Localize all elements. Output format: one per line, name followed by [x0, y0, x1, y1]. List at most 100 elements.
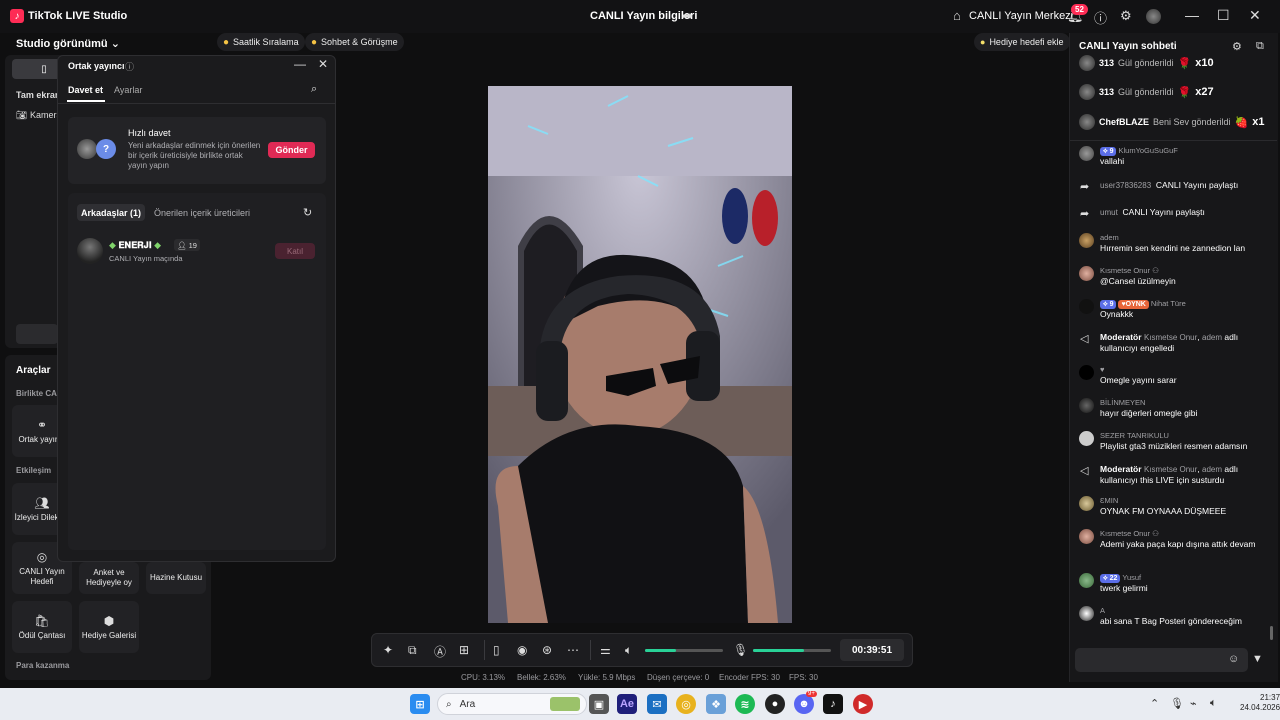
- mic-slider[interactable]: [753, 649, 831, 652]
- quick-invite-title: Hızlı davet: [128, 128, 171, 138]
- friend-follower-count: 👤︎ 19: [174, 239, 200, 251]
- send-button[interactable]: Gönder: [268, 142, 315, 158]
- emoji-icon[interactable]: ☺: [1228, 653, 1239, 665]
- tiktok-icon[interactable]: ♪: [823, 694, 843, 714]
- chat-message: Kısmetse Onur ⚇ Ademi yaka paça kapı dış…: [1079, 529, 1274, 550]
- chevron-down-icon: ⌄: [110, 38, 120, 50]
- message-user: umut: [1100, 208, 1118, 217]
- spotify-icon[interactable]: ≋: [735, 694, 755, 714]
- app-icon[interactable]: ❖: [706, 694, 726, 714]
- replay-icon[interactable]: ⊛: [542, 643, 552, 657]
- chat-message: ⟡ 9 ♥OYNK Nihat Türe Oynakkk: [1079, 299, 1274, 320]
- poll-gift-label: Anket ve Hediyeyle oy: [86, 568, 132, 587]
- megaphone-icon: ◁: [1080, 333, 1089, 345]
- translate-icon[interactable]: ⧉: [408, 643, 417, 658]
- link-icon: ⚭: [36, 417, 48, 432]
- avatar[interactable]: [1146, 9, 1161, 24]
- gift-user: 313: [1099, 58, 1115, 68]
- share-icon: ➦: [1080, 181, 1090, 193]
- gift-multiplier: x10: [1195, 57, 1214, 69]
- close-icon[interactable]: ✕: [318, 57, 328, 71]
- chat-message: ⟡ 22 Yusuf twerk gelirmi: [1079, 573, 1274, 594]
- live-goal-label: CANLI Yayın Hedefi: [19, 567, 65, 586]
- home-icon[interactable]: ⌂: [953, 8, 961, 23]
- magic-wand-icon[interactable]: ✦: [383, 643, 393, 657]
- add-gift-goal-chip[interactable]: ● Hediye hedefi ekle: [974, 33, 1070, 51]
- section-interaction: Etkileşim: [16, 466, 52, 475]
- add-scene-icon[interactable]: ⊞: [459, 643, 469, 657]
- close-icon[interactable]: ✕: [1249, 7, 1261, 24]
- speaker-icon[interactable]: 🔈︎: [625, 643, 632, 658]
- message-user: BİLİNMEYEN: [1100, 398, 1146, 407]
- gift-gallery-tool[interactable]: ⬢ Hediye Galerisi: [79, 601, 139, 653]
- tab-suggested[interactable]: Önerilen içerik üreticileri: [154, 208, 250, 218]
- minimize-icon[interactable]: —: [294, 57, 306, 71]
- volume-slider[interactable]: [645, 649, 723, 652]
- encoder-fps-stat: Encoder FPS: 30: [719, 673, 780, 682]
- network-icon[interactable]: ⌁: [1190, 697, 1197, 710]
- tab-friends[interactable]: Arkadaşlar (1): [77, 204, 146, 221]
- discord-icon[interactable]: ☻: [794, 694, 814, 714]
- chrome-icon[interactable]: ◎: [676, 694, 696, 714]
- microphone-icon[interactable]: 🎙︎: [733, 643, 748, 657]
- help-icon[interactable]: ⓘ: [125, 60, 134, 73]
- avatar: [1079, 146, 1094, 161]
- rose-icon: 🌹: [1177, 57, 1192, 70]
- treasure-box-label: Hazine Kutusu: [149, 573, 203, 583]
- tab-invite[interactable]: Davet et: [68, 85, 103, 95]
- popout-icon[interactable]: ⧉: [1256, 40, 1264, 53]
- record-icon[interactable]: ◉: [517, 643, 527, 657]
- message-text: Playlist gta3 müzikleri resmen adamsın: [1100, 440, 1248, 451]
- users-icon: 👥︎: [34, 495, 50, 510]
- target-icon: ◎: [36, 549, 48, 564]
- hourly-ranking-chip[interactable]: ● Saatlik Sıralama: [217, 33, 305, 51]
- after-effects-icon[interactable]: Ae: [617, 694, 637, 714]
- outlook-icon[interactable]: ✉: [647, 694, 667, 714]
- gift-multiplier: x1: [1252, 116, 1265, 128]
- share-icon[interactable]: ➦: [682, 8, 693, 24]
- obs-icon[interactable]: ●: [765, 694, 785, 714]
- camera-source[interactable]: 📷︎ Kamera: [16, 110, 61, 121]
- settings-sliders-icon[interactable]: ⚌: [600, 643, 611, 657]
- ai-icon[interactable]: Ⓐ: [434, 643, 446, 660]
- search-icon[interactable]: ⌕: [311, 83, 317, 96]
- volume-icon[interactable]: 🔈︎: [1210, 697, 1217, 710]
- notification-badge: 52: [1071, 4, 1088, 15]
- tab-settings[interactable]: Ayarlar: [114, 85, 142, 95]
- poll-gift-tool[interactable]: Anket ve Hediyeyle oy: [79, 562, 139, 594]
- studio-view-dropdown[interactable]: Studio görünümü ⌄: [16, 37, 120, 50]
- microphone-icon[interactable]: 🎙︎: [1170, 697, 1184, 710]
- chat-meet-chip[interactable]: ● Sohbet & Görüşme: [305, 33, 404, 51]
- windows-start-icon[interactable]: ⊞: [410, 694, 430, 714]
- add-source-button[interactable]: [16, 324, 58, 344]
- tiktok-live-studio-icon[interactable]: ▶: [853, 694, 873, 714]
- chat-scrollbar[interactable]: [1270, 626, 1273, 640]
- chat-message: ➦ umut CANLI Yayını paylaştı: [1079, 207, 1274, 220]
- reward-bag-tool[interactable]: 🛍︎ Ödül Çantası: [12, 601, 72, 653]
- maximize-icon[interactable]: ☐: [1217, 7, 1230, 24]
- help-icon[interactable]: ⓘ: [1094, 8, 1107, 27]
- phone-icon[interactable]: ▯: [493, 643, 500, 657]
- live-center-link[interactable]: CANLI Yayın Merkezi: [969, 10, 1073, 22]
- more-icon[interactable]: ⋯: [567, 643, 579, 657]
- refresh-icon[interactable]: ↻: [303, 206, 312, 219]
- filter-icon[interactable]: ▼: [1252, 653, 1263, 665]
- gift-action: Beni Sev gönderildi: [1153, 117, 1231, 127]
- task-view-icon[interactable]: ▣: [589, 694, 609, 714]
- chat-input[interactable]: [1075, 648, 1248, 672]
- dropped-frames-stat: Düşen çerçeve: 0: [647, 673, 710, 682]
- settings-icon[interactable]: ⚙: [1232, 40, 1242, 53]
- bag-icon: 🛍︎: [34, 613, 50, 628]
- join-button[interactable]: Katıl: [275, 243, 315, 259]
- clock[interactable]: 21:37 24.04.2026: [1240, 693, 1280, 714]
- minimize-icon[interactable]: —: [1185, 7, 1199, 23]
- chevron-up-icon[interactable]: ⌃: [1150, 697, 1159, 710]
- friend-name: ◆ 𝐄𝐍𝐄𝐑𝐉𝐈 ◆: [109, 240, 161, 251]
- bulb-icon: ●: [980, 37, 986, 47]
- avatar: [1079, 84, 1095, 100]
- divider: [1070, 140, 1277, 141]
- taskbar-search[interactable]: ⌕ Ara: [437, 693, 587, 715]
- avatar: [1079, 606, 1094, 621]
- treasure-box-tool[interactable]: Hazine Kutusu: [146, 562, 206, 594]
- gear-icon[interactable]: ⚙: [1120, 8, 1132, 24]
